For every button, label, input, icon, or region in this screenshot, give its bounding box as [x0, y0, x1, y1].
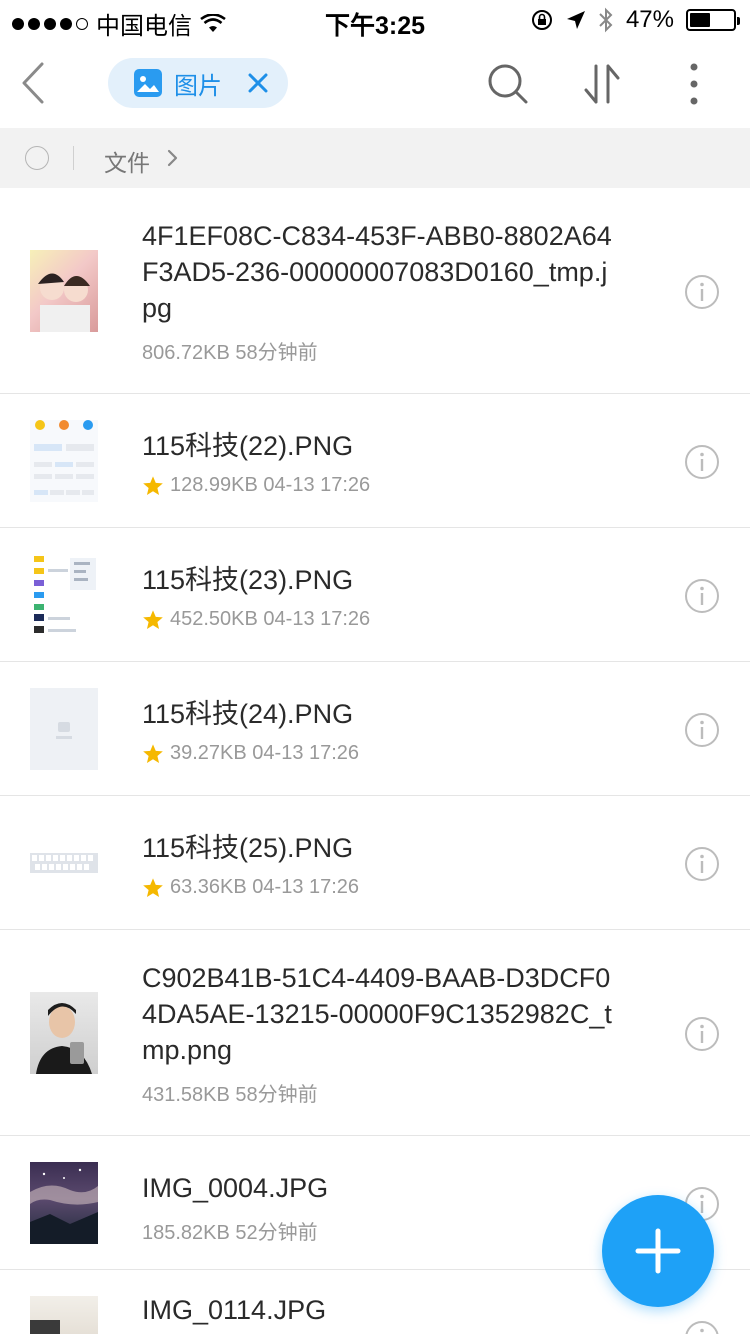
- list-item[interactable]: 115科技(22).PNG 128.99KB 04-13 17:26: [0, 394, 750, 528]
- file-list: 4F1EF08C-C834-453F-ABB0-8802A64F3AD5-236…: [0, 188, 750, 1334]
- battery-fill: [690, 13, 710, 27]
- file-thumbnail: [30, 1296, 98, 1334]
- file-thumbnail: [30, 554, 98, 636]
- back-button[interactable]: [14, 58, 54, 108]
- file-thumbnail: [30, 992, 98, 1074]
- image-filter-chip[interactable]: 图片: [108, 58, 288, 108]
- sort-icon: [584, 64, 620, 104]
- info-icon[interactable]: [684, 1016, 720, 1052]
- file-thumbnail: [30, 1162, 98, 1244]
- file-info: IMG_0114.JPG: [142, 1292, 622, 1328]
- status-right: 47%: [530, 6, 740, 34]
- file-size-time: 39.27KB 04-13 17:26: [170, 742, 360, 764]
- search-icon: [488, 64, 528, 104]
- star-icon: [143, 475, 163, 495]
- more-vertical-icon: [690, 63, 698, 105]
- breadcrumb: 文件: [0, 128, 750, 188]
- file-thumbnail: [30, 420, 98, 502]
- file-meta: 63.36KB 04-13 17:26: [142, 876, 622, 899]
- file-name: 115科技(22).PNG: [142, 431, 354, 461]
- back-arrow-icon: [22, 62, 44, 104]
- select-all-checkbox[interactable]: [25, 146, 49, 170]
- file-meta: 39.27KB 04-13 17:26: [142, 742, 622, 765]
- info-icon[interactable]: [684, 578, 720, 614]
- file-meta: 185.82KB 52分钟前: [142, 1216, 622, 1245]
- file-name: IMG_0004.JPG: [142, 1173, 329, 1203]
- info-icon[interactable]: [684, 274, 720, 310]
- clear-filter-button[interactable]: [246, 71, 270, 95]
- file-name: 115科技(25).PNG: [142, 833, 354, 863]
- file-info: 115科技(23).PNG 452.50KB 04-13 17:26: [142, 562, 622, 631]
- filter-label: 图片: [174, 72, 222, 100]
- rotation-lock-icon: [531, 10, 552, 30]
- list-item[interactable]: 115科技(24).PNG 39.27KB 04-13 17:26: [0, 662, 750, 796]
- file-size-time: 63.36KB 04-13 17:26: [170, 876, 360, 898]
- nav-bar: 图片: [0, 40, 750, 128]
- list-item[interactable]: 115科技(23).PNG 452.50KB 04-13 17:26: [0, 528, 750, 662]
- info-icon[interactable]: [684, 712, 720, 748]
- file-info: 115科技(22).PNG 128.99KB 04-13 17:26: [142, 428, 622, 497]
- file-name: 115科技(23).PNG: [142, 565, 354, 595]
- info-icon[interactable]: [684, 1320, 720, 1334]
- info-icon[interactable]: [684, 444, 720, 480]
- file-info: 115科技(24).PNG 39.27KB 04-13 17:26: [142, 696, 622, 765]
- file-info: 4F1EF08C-C834-453F-ABB0-8802A64F3AD5-236…: [142, 218, 622, 365]
- file-name: C902B41B-51C4-4409-BAAB-D3DCF04DA5AE-132…: [142, 963, 612, 1065]
- file-thumbnail: [30, 822, 98, 904]
- file-name: 115科技(24).PNG: [142, 699, 354, 729]
- star-icon: [143, 877, 163, 897]
- file-size-time: 185.82KB 52分钟前: [142, 1222, 318, 1244]
- file-size-time: 128.99KB 04-13 17:26: [170, 474, 371, 496]
- close-icon: [248, 73, 268, 93]
- add-button[interactable]: [602, 1195, 714, 1307]
- file-name: 4F1EF08C-C834-453F-ABB0-8802A64F3AD5-236…: [142, 221, 612, 323]
- location-icon: [566, 11, 585, 29]
- search-button[interactable]: [486, 62, 530, 106]
- file-meta: 128.99KB 04-13 17:26: [142, 474, 622, 497]
- list-item[interactable]: C902B41B-51C4-4409-BAAB-D3DCF04DA5AE-132…: [0, 930, 750, 1136]
- file-name: IMG_0114.JPG: [142, 1295, 327, 1325]
- list-item[interactable]: 4F1EF08C-C834-453F-ABB0-8802A64F3AD5-236…: [0, 188, 750, 394]
- battery-icon: [686, 9, 740, 31]
- file-size-time: 806.72KB 58分钟前: [142, 342, 318, 364]
- file-info: C902B41B-51C4-4409-BAAB-D3DCF04DA5AE-132…: [142, 960, 622, 1107]
- plus-icon: [635, 1228, 681, 1274]
- status-bar: 中国电信 下午3:25 47%: [0, 0, 750, 40]
- info-icon[interactable]: [684, 846, 720, 882]
- star-icon: [143, 743, 163, 763]
- file-info: IMG_0004.JPG 185.82KB 52分钟前: [142, 1170, 622, 1245]
- file-size-time: 431.58KB 58分钟前: [142, 1084, 318, 1106]
- breadcrumb-divider: [73, 146, 74, 170]
- file-meta: 452.50KB 04-13 17:26: [142, 608, 622, 631]
- more-button[interactable]: [672, 62, 716, 106]
- image-icon: [134, 69, 162, 97]
- bluetooth-icon: [599, 7, 613, 33]
- file-thumbnail: [30, 250, 98, 332]
- sort-button[interactable]: [580, 62, 624, 106]
- list-item[interactable]: 115科技(25).PNG 63.36KB 04-13 17:26: [0, 796, 750, 930]
- battery-percent: 47%: [625, 6, 674, 33]
- file-size-time: 452.50KB 04-13 17:26: [170, 608, 371, 630]
- file-meta: 806.72KB 58分钟前: [142, 336, 622, 365]
- star-icon: [143, 609, 163, 629]
- file-thumbnail: [30, 688, 98, 770]
- breadcrumb-item-files[interactable]: 文件: [104, 144, 150, 178]
- file-meta: 431.58KB 58分钟前: [142, 1078, 622, 1107]
- chevron-right-icon: [167, 149, 178, 167]
- file-info: 115科技(25).PNG 63.36KB 04-13 17:26: [142, 830, 622, 899]
